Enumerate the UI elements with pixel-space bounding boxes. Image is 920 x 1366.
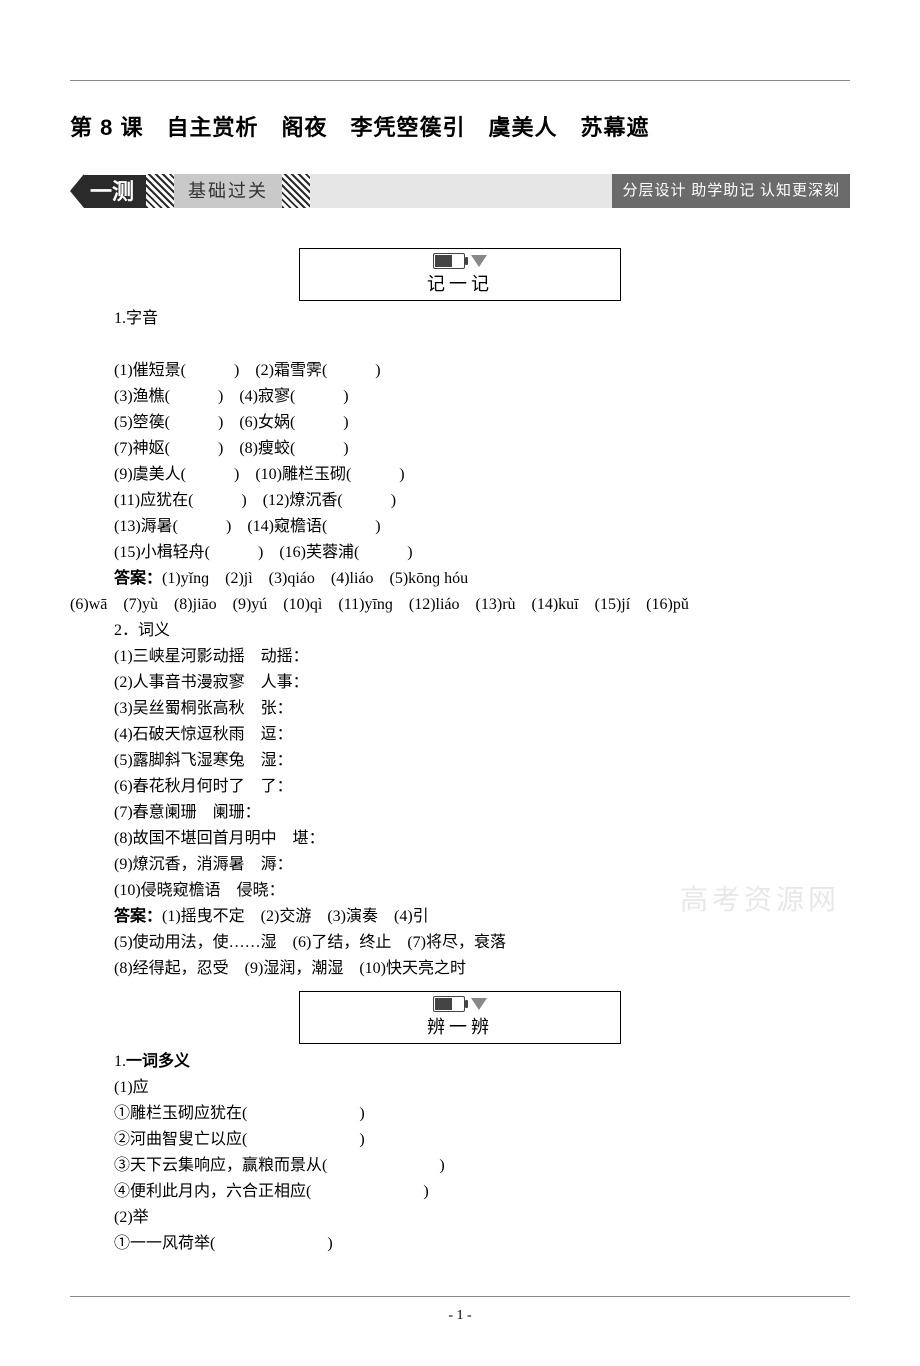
ziyin-item: (11)应犹在( ) (12)燎沉香( )	[114, 489, 850, 513]
answer-label: 答案：	[114, 908, 162, 925]
page-footer: - 1 -	[70, 1296, 850, 1326]
ziyin-item: (5)箜篌( ) (6)女娲( )	[114, 411, 850, 435]
battery-icon	[433, 996, 465, 1012]
ciyi-item: (2)人事音书漫寂寥 人事：	[114, 671, 850, 695]
ying-item: ④便利此月内，六合正相应( )	[114, 1180, 850, 1204]
heading-ziyin: 1.字音	[114, 307, 850, 331]
banner-right-label: 分层设计 助学助记 认知更深刻	[612, 174, 850, 208]
sub-label-2: 辨一辨	[300, 1014, 620, 1041]
ziyin-item: (7)神妪( ) (8)瘦蛟( )	[114, 437, 850, 461]
banner-left-label: 一测	[84, 175, 146, 208]
ciyi-item: (7)春意阑珊 阑珊：	[114, 801, 850, 825]
top-rule	[70, 80, 850, 81]
ciyi-answer-1: (1)摇曳不定 (2)交游 (3)演奏 (4)引	[162, 908, 429, 925]
banner-hatch-left	[146, 174, 174, 208]
ciyi-answer-line1: 答案：(1)摇曳不定 (2)交游 (3)演奏 (4)引	[114, 905, 850, 929]
ciyi-item: (8)故国不堪回首月明中 堪：	[114, 827, 850, 851]
ying-item: ②河曲智叟亡以应( )	[114, 1128, 850, 1152]
ziyin-item: (13)溽暑( ) (14)窥檐语( )	[114, 515, 850, 539]
banner-spacer	[310, 174, 612, 208]
group-ying: (1)应	[114, 1076, 850, 1100]
ciyi-item: (9)燎沉香，消溽暑 溽：	[114, 853, 850, 877]
sub-box-jiyiji: 记一记	[299, 248, 621, 301]
ying-item: ①雕栏玉砌应犹在( )	[114, 1102, 850, 1126]
ziyin-item: (3)渔樵( ) (4)寂寥( )	[114, 385, 850, 409]
ciyi-item: (3)吴丝蜀桐张高秋 张：	[114, 697, 850, 721]
ying-item: ③天下云集响应，赢粮而景从( )	[114, 1154, 850, 1178]
heading-ciyi: 2．词义	[114, 619, 850, 643]
blank-line	[114, 333, 850, 357]
ciyi-item: (10)侵晓窥檐语 侵晓：	[114, 879, 850, 903]
banner-hatch-right	[282, 174, 310, 208]
ciyi-answer-line2: (5)使动用法，使……湿 (6)了结，终止 (7)将尽，衰落	[114, 931, 850, 955]
ciyi-item: (4)石破天惊逗秋雨 逗：	[114, 723, 850, 747]
ziyin-answer-line2: (6)wā (7)yù (8)jiāo (9)yú (10)qì (11)yīn…	[70, 593, 850, 617]
ciyi-answer-line3: (8)经得起，忍受 (9)湿润，潮湿 (10)快天亮之时	[114, 957, 850, 981]
ju-item: ①一一风荷举( )	[114, 1232, 850, 1256]
ziyin-answer-1: (1)yǐnɡ (2)jì (3)qiáo (4)liáo (5)kōnɡ hó…	[162, 570, 468, 587]
heading-num: 1.	[114, 1053, 126, 1070]
ziyin-item: (9)虞美人( ) (10)雕栏玉砌( )	[114, 463, 850, 487]
page-number: - 1 -	[448, 1308, 471, 1323]
sub-box-bianyibian: 辨一辨	[299, 991, 621, 1044]
ziyin-item: (15)小楫轻舟( ) (16)芙蓉浦( )	[114, 541, 850, 565]
group-ju: (2)举	[114, 1206, 850, 1230]
answer-label: 答案：	[114, 570, 162, 587]
heading-text: 一词多义	[126, 1053, 190, 1070]
ciyi-item: (5)露脚斜飞湿寒兔 湿：	[114, 749, 850, 773]
section-banner: 一测 基础过关 分层设计 助学助记 认知更深刻	[70, 174, 850, 208]
sub-label-1: 记一记	[300, 271, 620, 298]
lesson-title: 第 8 课 自主赏析 阁夜 李凭箜篌引 虞美人 苏幕遮	[70, 111, 850, 144]
ziyin-answer-line1: 答案：(1)yǐnɡ (2)jì (3)qiáo (4)liáo (5)kōnɡ…	[114, 567, 850, 591]
battery-icon	[433, 253, 465, 269]
ciyi-item: (1)三峡星河影动摇 动摇：	[114, 645, 850, 669]
triangle-down-icon	[471, 255, 487, 267]
ziyin-item: (1)催短景( ) (2)霜雪霁( )	[114, 359, 850, 383]
triangle-down-icon	[471, 998, 487, 1010]
banner-arrow-icon	[70, 174, 84, 208]
ciyi-item: (6)春花秋月何时了 了：	[114, 775, 850, 799]
banner-mid-label: 基础过关	[174, 174, 282, 208]
heading-yiciduoyi: 1.一词多义	[114, 1050, 850, 1074]
